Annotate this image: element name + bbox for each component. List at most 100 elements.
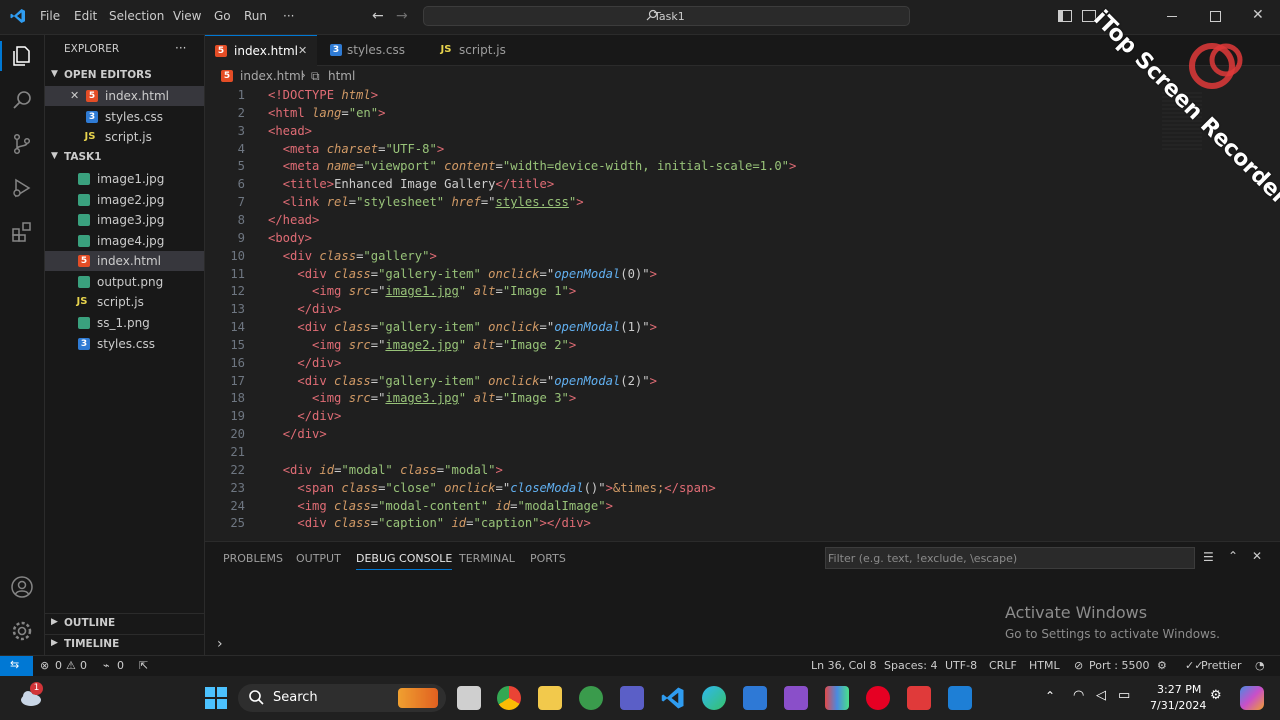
tab-output[interactable]: OUTPUT bbox=[296, 552, 341, 565]
copilot-icon[interactable] bbox=[1240, 686, 1264, 710]
file-item[interactable]: image2.jpg bbox=[45, 190, 204, 210]
toggle-sidebar-icon[interactable] bbox=[1058, 10, 1072, 22]
vscode-taskbar-icon[interactable] bbox=[661, 686, 685, 710]
code-line[interactable]: <head> bbox=[268, 124, 312, 138]
code-line[interactable]: </head> bbox=[268, 213, 319, 227]
code-line[interactable]: <html lang="en"> bbox=[268, 106, 385, 120]
pinterest-icon[interactable] bbox=[866, 686, 890, 710]
visual-studio-icon[interactable] bbox=[784, 686, 808, 710]
app-icon[interactable] bbox=[579, 686, 603, 710]
run-debug-icon[interactable] bbox=[10, 176, 34, 200]
security-shield-icon[interactable] bbox=[948, 686, 972, 710]
back-arrow-icon[interactable]: ← bbox=[372, 8, 384, 24]
encoding[interactable]: UTF-8 bbox=[945, 659, 977, 672]
volume-icon[interactable]: ◁ bbox=[1096, 688, 1106, 703]
task-view-icon[interactable] bbox=[457, 686, 481, 710]
tab-problems[interactable]: PROBLEMS bbox=[223, 552, 283, 565]
taskbar-search[interactable]: Search bbox=[238, 684, 446, 712]
close-tab-icon[interactable]: ✕ bbox=[298, 44, 307, 57]
clock-time[interactable]: 3:27 PM bbox=[1157, 683, 1201, 696]
code-line[interactable]: <meta name="viewport" content="width=dev… bbox=[268, 159, 797, 173]
teams-icon[interactable] bbox=[620, 686, 644, 710]
tab-script-js[interactable]: JS script.js bbox=[429, 35, 539, 65]
live-server-port[interactable]: Port : 5500 bbox=[1089, 659, 1150, 672]
code-line[interactable]: <div class="gallery-item" onclick="openM… bbox=[268, 320, 657, 334]
console-filter-input[interactable]: Filter (e.g. text, !exclude, \escape) bbox=[825, 547, 1195, 569]
code-line[interactable]: <link rel="stylesheet" href="styles.css"… bbox=[268, 195, 584, 209]
menu-selection[interactable]: Selection bbox=[109, 9, 164, 23]
code-line[interactable]: <img src="image1.jpg" alt="Image 1"> bbox=[268, 284, 576, 298]
code-editor[interactable]: 1 <!DOCTYPE html> 2 <html lang="en"> 3 <head>… bbox=[205, 86, 1270, 541]
file-item[interactable]: JS script.js bbox=[45, 292, 204, 312]
menu-view[interactable]: View bbox=[173, 9, 201, 23]
code-line[interactable]: </div> bbox=[268, 356, 341, 370]
tab-debug-console[interactable]: DEBUG CONSOLE bbox=[356, 552, 453, 570]
feedback-icon[interactable]: ⚙ bbox=[1157, 659, 1167, 672]
weather-icon[interactable]: 1 bbox=[18, 682, 44, 710]
explorer-icon[interactable] bbox=[10, 44, 34, 68]
app-grid-icon[interactable] bbox=[825, 686, 849, 710]
edge-icon[interactable] bbox=[702, 686, 726, 710]
clock-date[interactable]: 7/31/2024 bbox=[1150, 699, 1206, 712]
tab-styles-css[interactable]: 3 styles.css bbox=[318, 35, 428, 65]
code-line[interactable]: <title>Enhanced Image Gallery</title> bbox=[268, 177, 555, 191]
file-item[interactable]: image4.jpg bbox=[45, 231, 204, 251]
windows-start-icon[interactable] bbox=[204, 686, 228, 710]
language-mode[interactable]: HTML bbox=[1029, 659, 1060, 672]
folder-header-task1[interactable]: ▼ TASK1 bbox=[45, 148, 204, 168]
code-line[interactable]: <span class="close" onclick="closeModal(… bbox=[268, 481, 715, 495]
account-icon[interactable] bbox=[10, 575, 34, 599]
file-item[interactable]: 5 index.html bbox=[45, 251, 204, 271]
error-count[interactable]: 0 bbox=[55, 659, 62, 672]
code-line[interactable]: <img src="image2.jpg" alt="Image 2"> bbox=[268, 338, 576, 352]
open-editor-item[interactable]: 3 styles.css bbox=[45, 107, 204, 127]
code-line[interactable]: <div class="gallery-item" onclick="openM… bbox=[268, 267, 657, 281]
chevron-up-icon[interactable]: ⌃ bbox=[1045, 689, 1055, 703]
outline-header[interactable]: ▶ OUTLINE bbox=[45, 613, 204, 634]
open-editor-item[interactable]: JS script.js bbox=[45, 127, 204, 147]
prettier-status[interactable]: Prettier bbox=[1201, 659, 1241, 672]
extensions-icon[interactable] bbox=[10, 220, 34, 244]
chrome-icon[interactable] bbox=[497, 686, 521, 710]
menu-go[interactable]: Go bbox=[214, 9, 231, 23]
code-line[interactable]: <!DOCTYPE html> bbox=[268, 88, 378, 102]
file-item[interactable]: output.png bbox=[45, 272, 204, 292]
notifications-bell-icon[interactable]: ◔ bbox=[1255, 659, 1265, 672]
minimize-icon[interactable] bbox=[1167, 16, 1177, 17]
menu-lines-icon[interactable]: ☰ bbox=[1203, 550, 1214, 564]
mail-icon[interactable] bbox=[743, 686, 767, 710]
cursor-position[interactable]: Ln 36, Col 8 bbox=[811, 659, 877, 672]
code-line[interactable]: <body> bbox=[268, 231, 312, 245]
menu-more[interactable]: ··· bbox=[283, 9, 294, 23]
code-line[interactable]: <div class="gallery"> bbox=[268, 249, 437, 263]
menu-file[interactable]: File bbox=[40, 9, 60, 23]
code-line[interactable]: </div> bbox=[268, 409, 341, 423]
screen-recorder-icon[interactable] bbox=[907, 686, 931, 710]
wifi-icon[interactable]: ◠ bbox=[1073, 688, 1084, 703]
file-explorer-icon[interactable] bbox=[538, 686, 562, 710]
code-line[interactable]: </div> bbox=[268, 302, 341, 316]
file-item[interactable]: 3 styles.css bbox=[45, 334, 204, 354]
menu-run[interactable]: Run bbox=[244, 9, 267, 23]
tab-index-html[interactable]: 5 index.html ✕ bbox=[205, 35, 317, 66]
settings-gear-icon[interactable] bbox=[10, 619, 34, 643]
close-icon[interactable]: ✕ bbox=[70, 89, 79, 102]
ports-count[interactable]: 0 bbox=[117, 659, 124, 672]
source-control-icon[interactable] bbox=[10, 132, 34, 156]
close-window-icon[interactable]: ✕ bbox=[1252, 7, 1264, 23]
code-line[interactable]: <img src="image3.jpg" alt="Image 3"> bbox=[268, 391, 576, 405]
code-line[interactable]: <div class="gallery-item" onclick="openM… bbox=[268, 374, 657, 388]
search-icon[interactable] bbox=[10, 88, 34, 112]
breadcrumb-symbol[interactable]: html bbox=[328, 69, 355, 83]
menu-edit[interactable]: Edit bbox=[74, 9, 97, 23]
line-ending[interactable]: CRLF bbox=[989, 659, 1017, 672]
code-line[interactable]: <img class="modal-content" id="modalImag… bbox=[268, 499, 613, 513]
command-center-search[interactable]: Task1 bbox=[423, 6, 910, 26]
battery-icon[interactable]: ▭ bbox=[1118, 688, 1130, 703]
file-item[interactable]: image1.jpg bbox=[45, 169, 204, 189]
code-line[interactable]: <meta charset="UTF-8"> bbox=[268, 142, 444, 156]
code-line[interactable]: <div id="modal" class="modal"> bbox=[268, 463, 503, 477]
forward-arrow-icon[interactable]: → bbox=[396, 8, 408, 24]
open-editor-item[interactable]: ✕ 5 index.html bbox=[45, 86, 204, 106]
restore-icon[interactable] bbox=[1210, 11, 1221, 22]
